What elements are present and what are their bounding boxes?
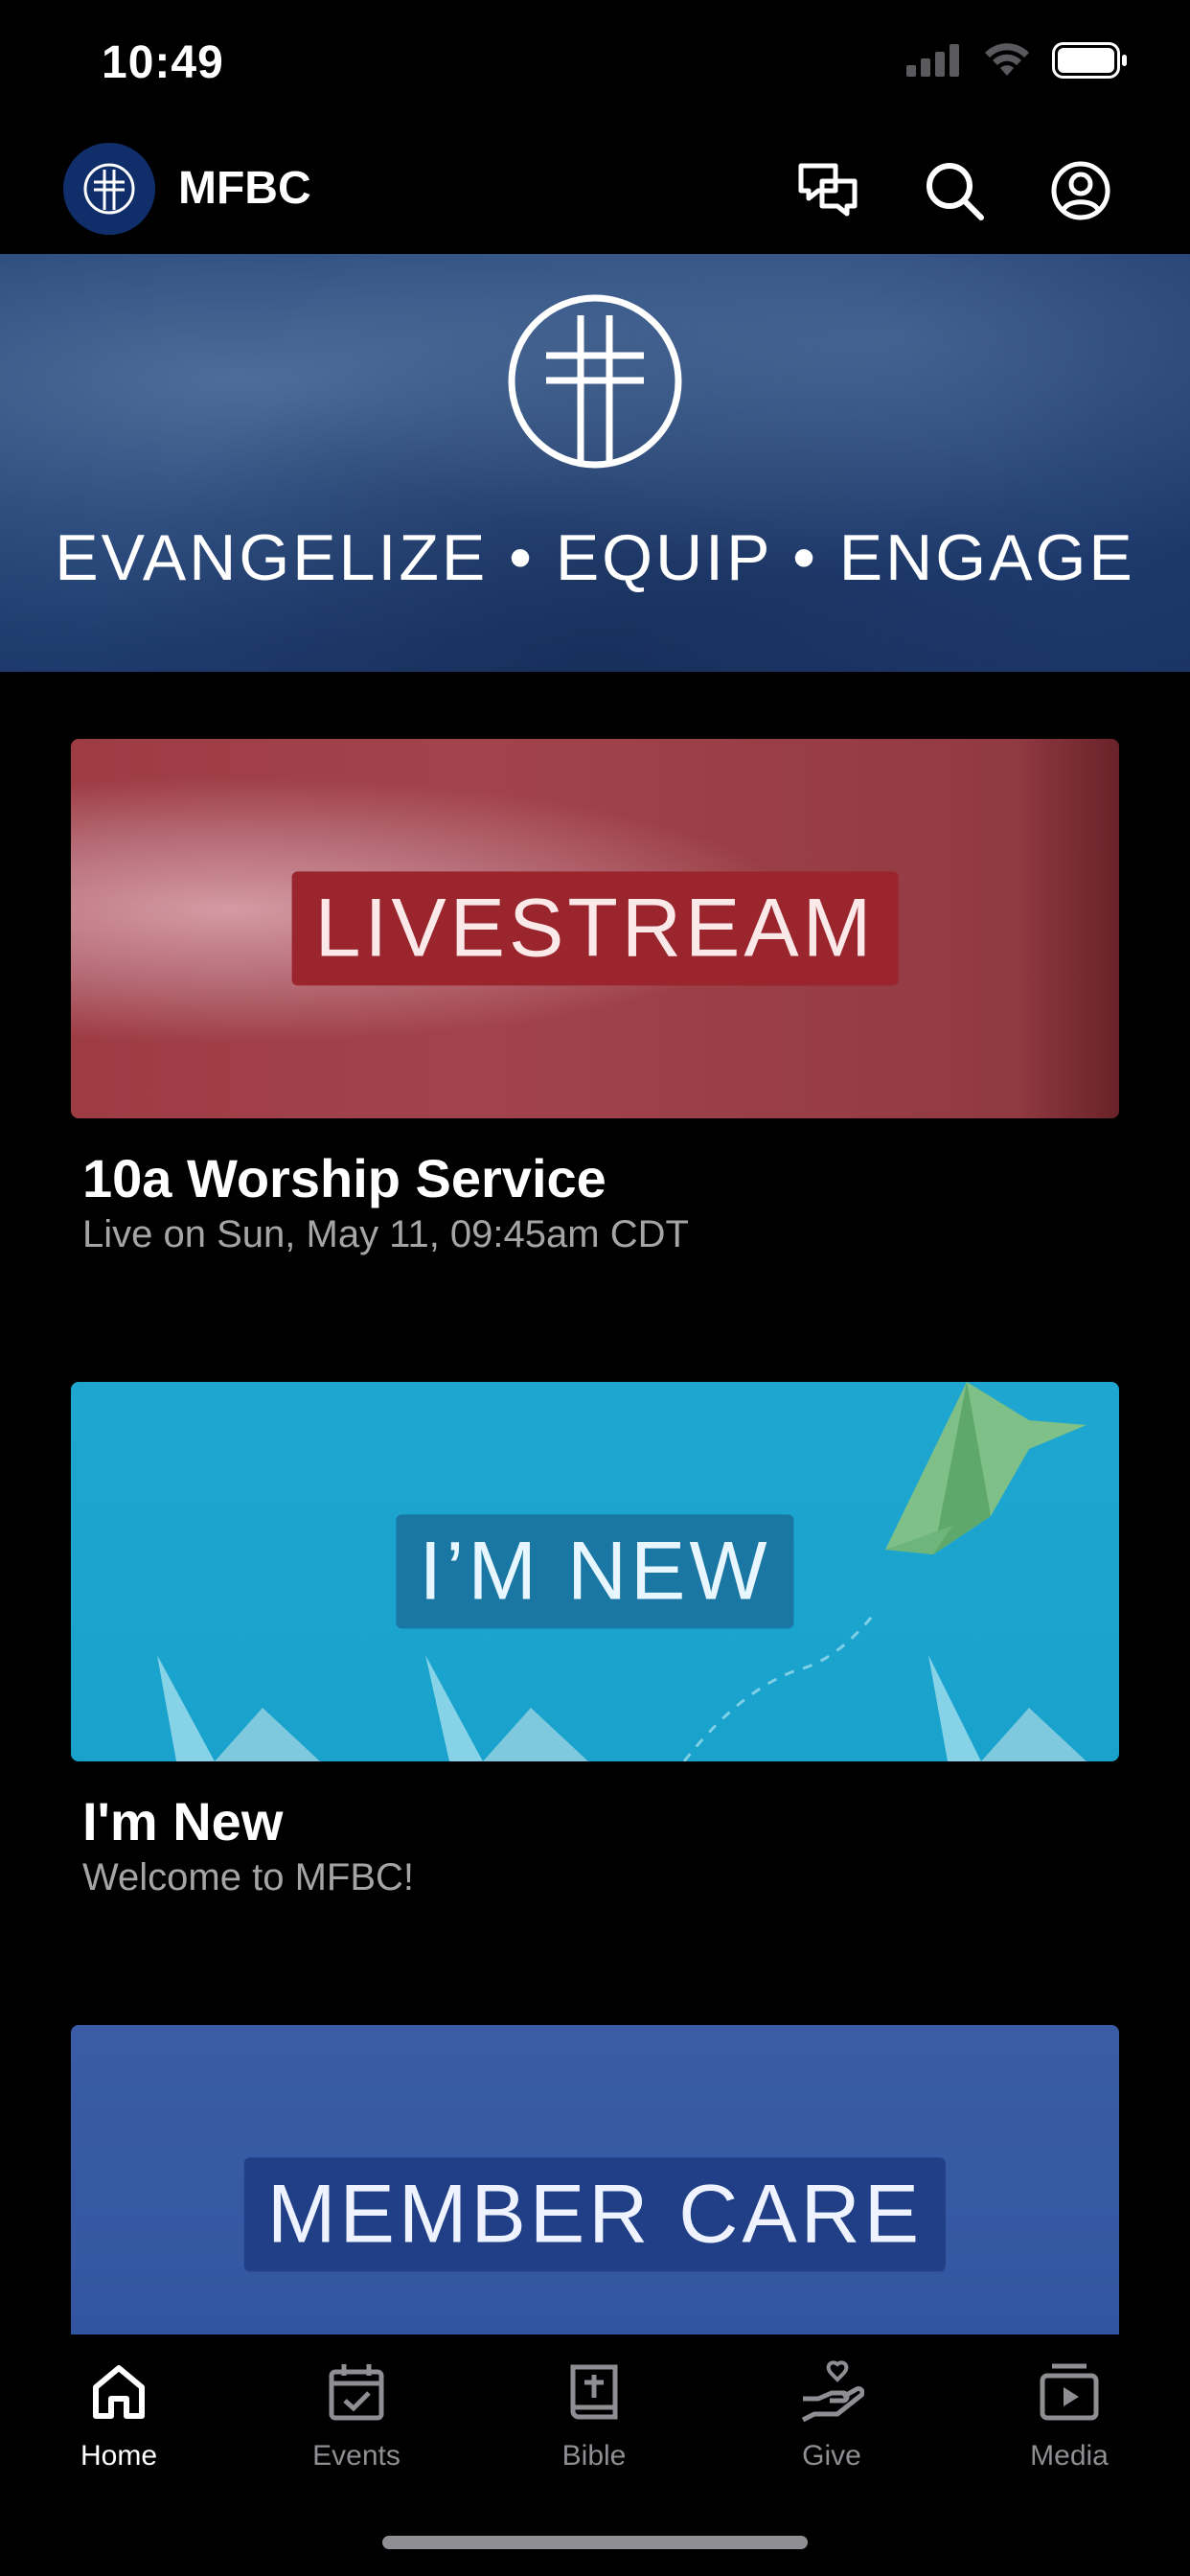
tab-events[interactable]: Events: [261, 2358, 452, 2472]
tab-label: Bible: [561, 2440, 627, 2472]
im-new-card[interactable]: I’M NEW I'm New Welcome to MFBC!: [71, 1382, 1119, 1899]
cross-emblem-icon: [83, 163, 135, 215]
home-indicator: [382, 2536, 808, 2549]
status-icons: [906, 42, 1129, 79]
tab-label: Give: [802, 2440, 861, 2472]
home-icon: [93, 2365, 145, 2419]
battery-icon: [1052, 42, 1127, 79]
livestream-card[interactable]: LIVESTREAM 10a Worship Service Live on S…: [71, 739, 1119, 1256]
status-time: 10:49: [102, 37, 224, 88]
member-care-image-label: MEMBER CARE: [243, 2157, 947, 2272]
cellular-signal-icon: [906, 44, 959, 77]
tab-label: Home: [80, 2440, 158, 2472]
tab-bible[interactable]: Bible: [498, 2358, 690, 2472]
search-icon: [927, 163, 984, 220]
chat-bubbles-icon: [798, 163, 858, 217]
profile-button[interactable]: [1042, 152, 1119, 229]
card-subtitle: Live on Sun, May 11, 09:45am CDT: [82, 1213, 689, 1255]
tab-give[interactable]: Give: [736, 2358, 927, 2472]
bible-icon: [570, 2364, 618, 2420]
card-title: 10a Worship Service: [82, 1148, 606, 1208]
im-new-image-label: I’M NEW: [396, 1514, 794, 1629]
messages-button[interactable]: [790, 152, 866, 229]
member-care-card[interactable]: MEMBER CARE: [71, 2025, 1119, 2334]
card-title: I'm New: [82, 1791, 284, 1852]
tab-label: Media: [1030, 2440, 1109, 2472]
livestream-image: LIVESTREAM: [71, 739, 1119, 1118]
member-care-image: MEMBER CARE: [71, 2025, 1119, 2334]
im-new-image: I’M NEW: [71, 1382, 1119, 1761]
app-title: MFBC: [178, 163, 311, 214]
tab-home[interactable]: Home: [23, 2358, 215, 2472]
status-bar: 10:49: [0, 0, 1190, 129]
cross-emblem-icon: [508, 294, 682, 469]
hero-banner: EVANGELIZE • EQUIP • ENGAGE: [0, 254, 1190, 672]
give-icon: [801, 2360, 864, 2423]
app-header: MFBC: [0, 129, 1190, 254]
tab-label: Events: [312, 2440, 400, 2472]
search-button[interactable]: [916, 152, 993, 229]
media-icon: [1040, 2363, 1099, 2421]
user-profile-icon: [1051, 161, 1110, 220]
tab-media[interactable]: Media: [973, 2358, 1165, 2472]
calendar-icon: [329, 2364, 384, 2421]
card-subtitle: Welcome to MFBC!: [82, 1856, 414, 1898]
wifi-icon: [985, 43, 1029, 76]
livestream-image-label: LIVESTREAM: [291, 871, 899, 986]
church-logo[interactable]: [63, 143, 155, 235]
hero-tagline: EVANGELIZE • EQUIP • ENGAGE: [55, 521, 1135, 594]
